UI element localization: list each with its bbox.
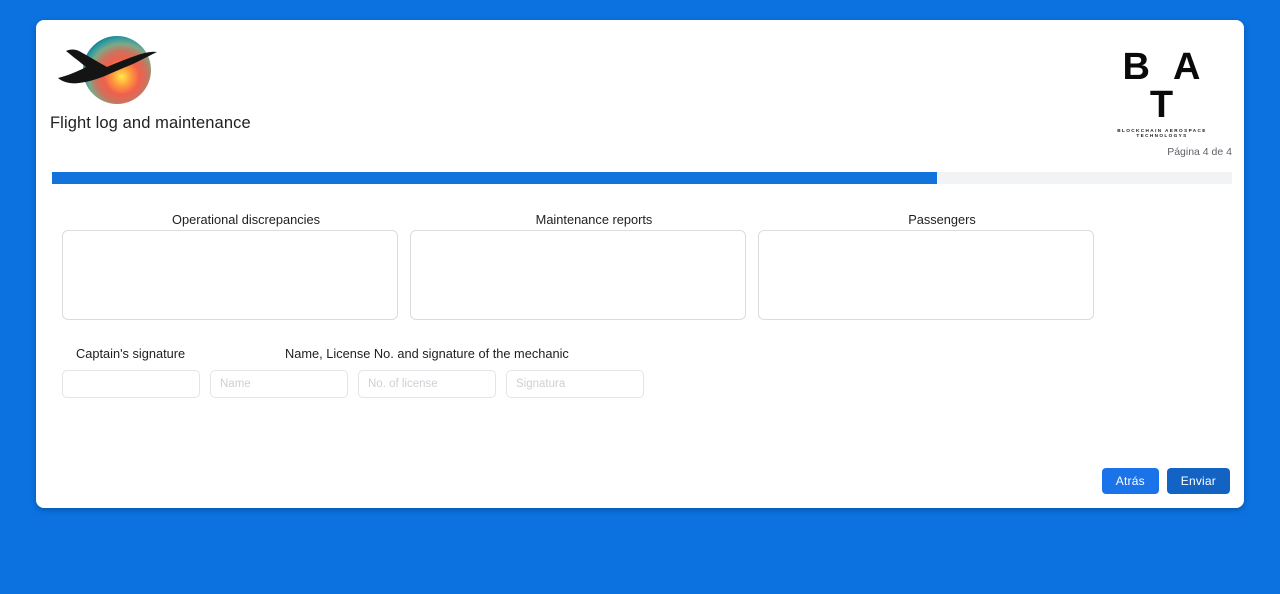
mechanic-signature-label: Name, License No. and signature of the m…: [285, 346, 569, 361]
bat-wordmark: B A T: [1122, 46, 1208, 126]
back-button[interactable]: Atrás: [1101, 468, 1159, 494]
section-label-maintenance-reports: Maintenance reports: [535, 212, 653, 227]
bat-tagline: BLOCKCHAIN AEROSPACE TECHNOLOGYS: [1117, 128, 1207, 138]
mechanic-signature-input[interactable]: [506, 370, 644, 398]
bat-logo: B A T BLOCKCHAIN AEROSPACE TECHNOLOGYS: [1096, 48, 1228, 138]
page-counter: Página 4 de 4: [1167, 146, 1232, 158]
page-title: Flight log and maintenance: [50, 114, 251, 132]
section-label-operational-discrepancies: Operational discrepancies: [172, 212, 320, 227]
maintenance-reports-textarea[interactable]: [410, 230, 746, 320]
mechanic-license-input[interactable]: [358, 370, 496, 398]
signature-field-row: [36, 370, 1244, 410]
captain-signature-label: Captain's signature: [76, 346, 186, 361]
captain-signature-input[interactable]: [62, 370, 200, 398]
submit-button[interactable]: Enviar: [1166, 468, 1230, 494]
notes-row: [36, 230, 1244, 336]
section-header-row: Operational discrepancies Maintenance re…: [36, 196, 1244, 230]
card-header: B A T BLOCKCHAIN AEROSPACE TECHNOLOGYS F…: [36, 20, 1244, 138]
airplane-logo-icon: [50, 32, 180, 112]
card-body: Operational discrepancies Maintenance re…: [36, 196, 1244, 410]
signature-label-row: Captain's signature Name, License No. an…: [36, 336, 1244, 370]
mechanic-name-input[interactable]: [210, 370, 348, 398]
operational-discrepancies-textarea[interactable]: [62, 230, 398, 320]
section-label-passengers: Passengers: [908, 212, 976, 227]
passengers-textarea[interactable]: [758, 230, 1094, 320]
form-card: B A T BLOCKCHAIN AEROSPACE TECHNOLOGYS F…: [36, 20, 1244, 508]
progress-bar-track: [52, 172, 1232, 184]
progress-bar-fill: [52, 172, 937, 184]
card-footer: Atrás Enviar: [1101, 468, 1230, 494]
